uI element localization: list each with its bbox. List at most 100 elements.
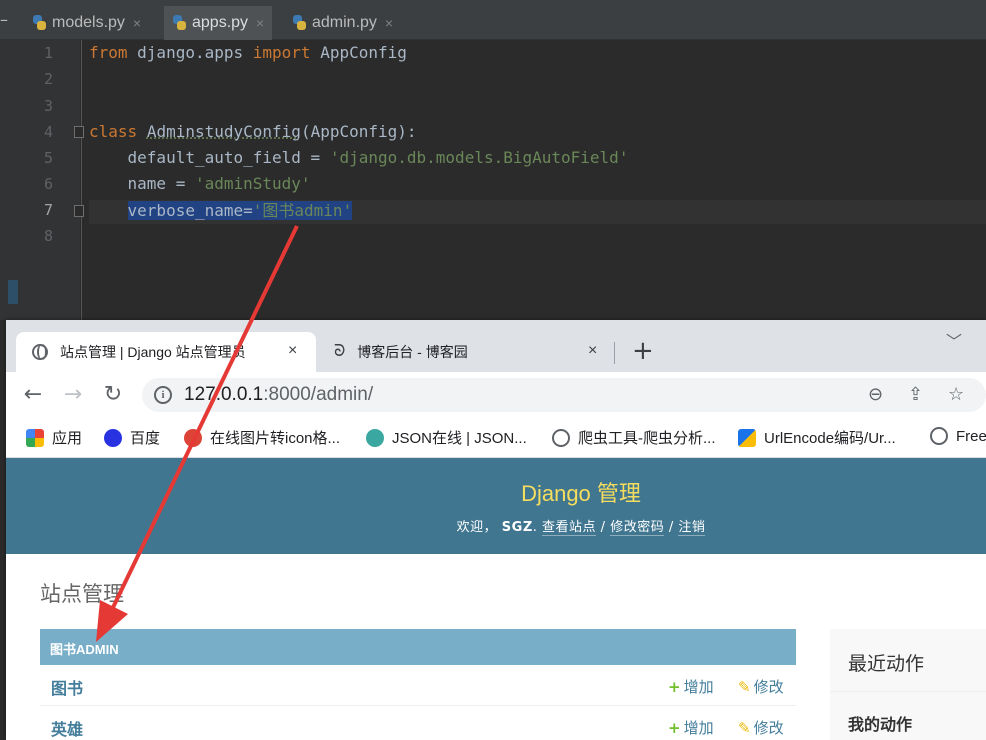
divider [830, 691, 986, 692]
bookmark-apps[interactable]: 应用 [26, 427, 82, 448]
change-label: 修改 [753, 678, 784, 696]
fold-guide [81, 40, 82, 320]
globe-icon [930, 427, 948, 445]
model-row-heroes: 英雄 + 增加 ✎ 修改 [40, 706, 796, 740]
close-icon[interactable]: × [385, 15, 393, 31]
tab-label: admin.py [312, 14, 377, 31]
ide-editor: – models.py × apps.py × admin.py × 1 2 3… [0, 0, 986, 320]
project-side-strip[interactable] [0, 40, 18, 320]
site-favicon-icon [184, 428, 202, 447]
add-icon: + [668, 719, 681, 737]
forward-button[interactable]: → [60, 382, 86, 408]
zoom-icon[interactable]: ⊖ [868, 384, 883, 405]
change-password-link[interactable]: 修改密码 [610, 520, 665, 536]
bookmark-urlencode[interactable]: UrlEncode编码/Ur... [738, 427, 896, 448]
app-module: 图书ADMIN 图书 + 增加 ✎ 修改 英雄 + 增加 ✎ 修改 [40, 629, 796, 740]
code-text: AppConfig [310, 43, 407, 62]
tab-search-chevron-icon[interactable]: ﹀ [946, 328, 962, 352]
separator: . [532, 520, 543, 535]
bookmark-label: 百度 [130, 430, 161, 447]
line-number: 8 [44, 227, 54, 245]
url-path: :8000/admin/ [263, 384, 374, 405]
python-file-icon [32, 15, 46, 31]
site-info-icon[interactable]: i [154, 386, 172, 404]
site-favicon-icon [738, 428, 756, 447]
code-line: name = 'adminStudy' [89, 173, 311, 195]
keyword: from [89, 43, 128, 62]
tab-title: 站点管理 | Django 站点管理员 [60, 344, 246, 360]
screenshot-root: { "ide": { "tabs": [ {"label": "models.p… [0, 0, 986, 740]
line-number-gutter: 1 2 3 4 5 6 7 8 [18, 40, 80, 320]
code-line: from django.apps import AppConfig [89, 42, 407, 64]
tab-models-py[interactable]: models.py × [24, 6, 149, 40]
user-tools: 欢迎， SGZ. 查看站点 / 修改密码 / 注销 [6, 516, 986, 536]
code-text: django.apps [127, 43, 253, 62]
fold-marker-icon[interactable] [74, 205, 84, 217]
browser-window: 站点管理 | Django 站点管理员 × ᘐ 博客后台 - 博客园 × + ﹀… [6, 320, 986, 740]
tab-label: apps.py [192, 14, 249, 31]
editor-tab-bar: – models.py × apps.py × admin.py × [0, 0, 986, 40]
bookmark-crawler[interactable]: 爬虫工具-爬虫分析... [552, 427, 716, 448]
code-line: class AdminstudyConfig(AppConfig): [89, 121, 417, 143]
address-bar[interactable]: i 127.0.0.1:8000/admin/ ⊖ ⇪ ☆ [142, 378, 986, 412]
bookmark-icon-convert[interactable]: 在线图片转icon格... [184, 427, 340, 448]
reload-button[interactable]: ↻ [100, 382, 126, 408]
new-tab-button[interactable]: + [632, 336, 654, 366]
close-tab-icon[interactable]: × [588, 342, 597, 360]
bookmark-free[interactable]: Free [930, 427, 986, 445]
tab-cnblogs[interactable]: ᘐ 博客后台 - 博客园 × [324, 332, 610, 372]
browser-toolbar: ← → ↻ i 127.0.0.1:8000/admin/ ⊖ ⇪ ☆ [6, 372, 986, 418]
line-number: 3 [44, 97, 54, 115]
line-number: 2 [44, 70, 54, 88]
tab-label: models.py [52, 14, 125, 31]
change-link[interactable]: ✎ 修改 [738, 717, 784, 738]
tab-django-admin[interactable]: 站点管理 | Django 站点管理员 × [16, 332, 316, 372]
django-header: Django 管理 欢迎， SGZ. 查看站点 / 修改密码 / 注销 [6, 458, 986, 554]
page-title: 站点管理 [40, 583, 124, 606]
welcome-text: 欢迎， [456, 520, 498, 535]
line-number: 1 [44, 44, 54, 62]
add-link[interactable]: + 增加 [668, 676, 714, 697]
pencil-icon: ✎ [738, 719, 751, 737]
code-area[interactable]: from django.apps import AppConfig class … [89, 40, 969, 320]
bookmark-star-icon[interactable]: ☆ [948, 384, 964, 405]
selected-text: verbose_name= [127, 201, 253, 220]
back-button[interactable]: ← [20, 382, 46, 408]
tab-separator [614, 342, 615, 364]
string-literal: 'django.db.models.BigAutoField' [329, 148, 629, 167]
line-number: 7 [44, 201, 54, 219]
close-icon[interactable]: × [256, 15, 264, 31]
model-link[interactable]: 英雄 [51, 716, 83, 740]
add-link[interactable]: + 增加 [668, 717, 714, 738]
module-caption[interactable]: 图书ADMIN [40, 629, 796, 665]
minimize-icon[interactable]: – [0, 10, 10, 30]
bookmark-label: UrlEncode编码/Ur... [764, 430, 896, 447]
logout-link[interactable]: 注销 [678, 520, 706, 536]
globe-icon [552, 428, 570, 447]
model-link[interactable]: 图书 [51, 675, 83, 699]
baidu-paw-icon [104, 428, 122, 447]
cnblogs-logo-icon: ᘐ [334, 343, 346, 360]
bookmark-baidu[interactable]: 百度 [104, 427, 160, 448]
bookmark-label: Free [956, 427, 986, 445]
close-tab-icon[interactable]: × [288, 342, 297, 360]
keyword: import [252, 43, 311, 62]
code-line: default_auto_field = 'django.db.models.B… [89, 147, 629, 169]
share-icon[interactable]: ⇪ [908, 384, 923, 405]
globe-icon [32, 344, 48, 360]
fold-marker-icon[interactable] [74, 126, 84, 138]
pencil-icon: ✎ [738, 678, 751, 696]
bookmark-label: 在线图片转icon格... [210, 430, 341, 447]
bookmark-json[interactable]: JSON在线 | JSON... [366, 427, 527, 448]
line-number: 6 [44, 175, 54, 193]
tab-apps-py[interactable]: apps.py × [164, 6, 273, 40]
site-brand[interactable]: Django 管理 [6, 476, 986, 508]
view-site-link[interactable]: 查看站点 [542, 520, 597, 536]
keyword: class [89, 122, 138, 141]
string-literal: 'adminStudy' [194, 174, 311, 193]
url-text[interactable]: 127.0.0.1:8000/admin/ [184, 384, 373, 406]
tab-admin-py[interactable]: admin.py × [284, 6, 401, 40]
close-icon[interactable]: × [133, 15, 141, 31]
change-link[interactable]: ✎ 修改 [738, 676, 784, 697]
